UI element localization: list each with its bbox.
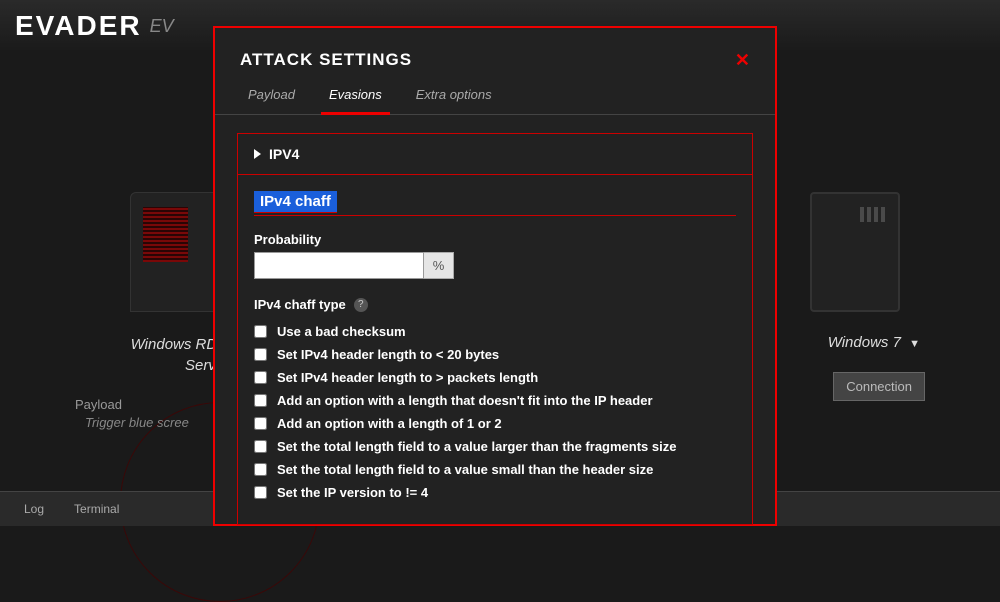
checkbox-row: Set the total length field to a value la… bbox=[254, 439, 736, 454]
chaff-option-label: Use a bad checksum bbox=[277, 324, 406, 339]
checkbox-row: Add an option with a length of 1 or 2 bbox=[254, 416, 736, 431]
modal-title: ATTACK SETTINGS bbox=[240, 50, 412, 71]
modal-body: IPV4 IPv4 chaff Probability % IPv4 chaff… bbox=[215, 115, 775, 543]
chaff-option-checkbox[interactable] bbox=[254, 371, 267, 384]
chaff-option-label: Set the IP version to != 4 bbox=[277, 485, 428, 500]
chaff-option-label: Set IPv4 header length to > packets leng… bbox=[277, 370, 538, 385]
close-icon[interactable]: ✕ bbox=[735, 50, 750, 71]
checkbox-row: Set IPv4 header length to > packets leng… bbox=[254, 370, 736, 385]
attacker-label: Windows RDP . Service bbox=[75, 334, 235, 376]
footer-tab-log[interactable]: Log bbox=[24, 502, 44, 516]
checkbox-row: Use a bad checksum bbox=[254, 324, 736, 339]
payload-description: Trigger blue scree bbox=[85, 415, 189, 430]
chaff-option-label: Set the total length field to a value la… bbox=[277, 439, 676, 454]
attack-settings-modal: ATTACK SETTINGS ✕ Payload Evasions Extra… bbox=[213, 26, 777, 526]
connection-button[interactable]: Connection bbox=[833, 372, 925, 401]
ipv4-chaff-section: IPv4 chaff Probability % IPv4 chaff type… bbox=[238, 175, 752, 524]
checkbox-row: Set the total length field to a value sm… bbox=[254, 462, 736, 477]
footer-tab-terminal[interactable]: Terminal bbox=[74, 502, 119, 516]
checkbox-row: Add an option with a length that doesn't… bbox=[254, 393, 736, 408]
help-icon[interactable]: ? bbox=[354, 298, 368, 312]
checkbox-row: Set the IP version to != 4 bbox=[254, 485, 736, 500]
tab-extra[interactable]: Extra options bbox=[408, 81, 500, 114]
chevron-right-icon bbox=[254, 149, 261, 159]
device-target bbox=[810, 192, 900, 312]
chaff-type-label: IPv4 chaff type ? bbox=[254, 297, 736, 312]
modal-tabs: Payload Evasions Extra options bbox=[215, 81, 775, 115]
percent-unit-button[interactable]: % bbox=[424, 252, 454, 279]
device-screen-decor bbox=[143, 207, 188, 262]
probability-input-row: % bbox=[254, 252, 736, 279]
chaff-option-checkbox[interactable] bbox=[254, 463, 267, 476]
tab-payload[interactable]: Payload bbox=[240, 81, 303, 114]
modal-header: ATTACK SETTINGS ✕ bbox=[215, 28, 775, 81]
ipv4-section: IPV4 IPv4 chaff Probability % IPv4 chaff… bbox=[237, 133, 753, 525]
chaff-option-checkbox[interactable] bbox=[254, 486, 267, 499]
chaff-option-checkbox[interactable] bbox=[254, 325, 267, 338]
ipv4-chaff-title: IPv4 chaff bbox=[254, 191, 337, 213]
chaff-option-label: Add an option with a length of 1 or 2 bbox=[277, 416, 502, 431]
logo-main: EVADER bbox=[15, 10, 142, 42]
chevron-down-icon: ▼ bbox=[909, 338, 920, 350]
target-os-text: Windows 7 bbox=[828, 334, 901, 351]
tab-evasions[interactable]: Evasions bbox=[321, 81, 390, 115]
chaff-option-checkbox[interactable] bbox=[254, 348, 267, 361]
section-divider bbox=[254, 215, 736, 216]
checkbox-row: Set IPv4 header length to < 20 bytes bbox=[254, 347, 736, 362]
probability-input[interactable] bbox=[254, 252, 424, 279]
chaff-type-text: IPv4 chaff type bbox=[254, 297, 346, 312]
chaff-option-checkbox[interactable] bbox=[254, 417, 267, 430]
ipv4-section-toggle[interactable]: IPV4 bbox=[238, 134, 752, 175]
payload-heading: Payload bbox=[75, 397, 122, 412]
probability-label: Probability bbox=[254, 232, 736, 247]
ipv4-header-text: IPV4 bbox=[269, 146, 299, 162]
chaff-option-label: Add an option with a length that doesn't… bbox=[277, 393, 653, 408]
chaff-option-label: Set the total length field to a value sm… bbox=[277, 462, 653, 477]
chaff-option-label: Set IPv4 header length to < 20 bytes bbox=[277, 347, 499, 362]
target-label[interactable]: Windows 7 ▼ bbox=[828, 334, 920, 351]
chaff-option-checkbox[interactable] bbox=[254, 394, 267, 407]
logo-sub: EV bbox=[150, 16, 174, 37]
device-slots bbox=[860, 207, 885, 222]
chaff-option-checkbox[interactable] bbox=[254, 440, 267, 453]
